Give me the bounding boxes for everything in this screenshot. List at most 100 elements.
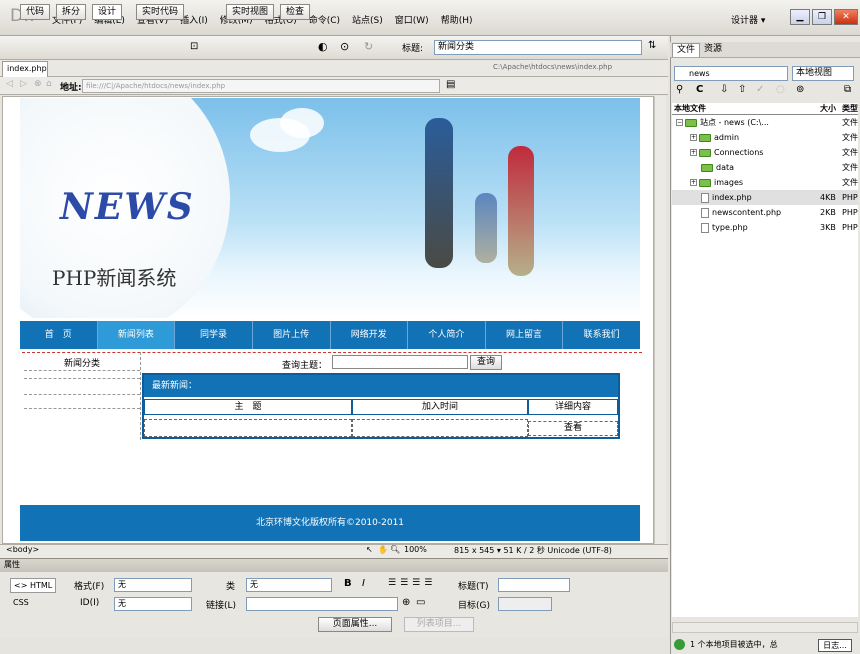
nav-contact[interactable]: 联系我们 <box>563 321 640 349</box>
id-label: ID(I) <box>80 598 100 608</box>
stop-icon[interactable]: ⊗ <box>34 79 42 89</box>
file-name: Connections <box>714 148 764 157</box>
home-icon[interactable]: ⌂ <box>46 79 52 89</box>
menu-help[interactable]: 帮助(H) <box>441 13 473 26</box>
connect-icon[interactable]: ⚲ <box>676 84 683 95</box>
bold-button[interactable]: B <box>344 578 352 589</box>
list-item-button[interactable]: 列表项目... <box>404 617 474 632</box>
nav-profile[interactable]: 个人简介 <box>408 321 486 349</box>
id-select[interactable]: 无 <box>114 597 192 611</box>
view-link[interactable]: 查看 <box>528 421 618 436</box>
file-name: data <box>716 163 735 172</box>
checkout-icon[interactable]: ✓ <box>756 84 764 95</box>
title-attr-input[interactable] <box>498 578 570 592</box>
list-item[interactable]: index.php 4KB PHP <box>672 190 858 205</box>
point-to-file-icon[interactable]: ⊕ <box>402 597 410 608</box>
search-button[interactable]: 查询 <box>470 355 502 370</box>
list-item[interactable]: newscontent.php 2KB PHP <box>672 205 858 220</box>
list-item[interactable]: + images 文件 <box>672 175 858 190</box>
expand-icon[interactable]: + <box>690 134 697 141</box>
view-options-icon[interactable]: ▤ <box>446 79 455 90</box>
tab-files[interactable]: 文件 <box>672 43 701 57</box>
hand-tool-icon[interactable]: ✋ <box>378 545 388 554</box>
list-item[interactable]: + admin 文件 <box>672 130 858 145</box>
zoom-tool-icon[interactable]: 🔍︎ <box>390 545 400 554</box>
tab-assets[interactable]: 资源 <box>700 43 726 57</box>
view-select[interactable]: 本地视图 <box>792 66 854 81</box>
window-size-info[interactable]: 815 x 545 ▾ 51 K / 2 秒 Unicode (UTF-8) <box>454 545 612 556</box>
divider <box>24 378 140 379</box>
target-select[interactable] <box>498 597 552 611</box>
nav-classmates[interactable]: 同学录 <box>175 321 253 349</box>
back-icon[interactable]: ◁ <box>6 79 13 89</box>
column-subject: 主 题 <box>144 399 352 415</box>
file-type: PHP <box>842 208 858 217</box>
search-input[interactable] <box>332 355 468 369</box>
checkin-icon[interactable]: ◌ <box>776 84 785 95</box>
link-input[interactable] <box>246 597 398 611</box>
visual-aids-icon[interactable]: ⊙ <box>340 40 349 53</box>
collapse-icon[interactable]: − <box>676 119 683 126</box>
file-type: PHP <box>842 193 858 202</box>
nav-image-upload[interactable]: 图片上传 <box>253 321 331 349</box>
html-mode-button[interactable]: <> HTML <box>10 578 56 593</box>
tab-index-php[interactable]: index.php × <box>2 61 48 87</box>
menu-insert[interactable]: 插入(I) <box>180 13 208 26</box>
refresh-icon[interactable]: C <box>696 84 703 95</box>
expand-icon[interactable]: ⧉ <box>844 84 851 95</box>
close-icon[interactable]: ✕ <box>834 9 858 25</box>
header-size[interactable]: 大小 <box>820 103 836 114</box>
expand-icon[interactable]: + <box>690 149 697 156</box>
nav-home[interactable]: 首 页 <box>20 321 98 349</box>
table-cell <box>352 419 528 437</box>
files-scrollbar[interactable] <box>672 622 858 633</box>
list-item[interactable]: type.php 3KB PHP <box>672 220 858 235</box>
design-scrollbar[interactable] <box>654 96 666 544</box>
header-local-files[interactable]: 本地文件 <box>674 103 706 114</box>
get-files-icon[interactable]: ⇩ <box>720 84 728 95</box>
browse-folder-icon[interactable]: ▭ <box>416 597 425 608</box>
list-indent-icons[interactable]: ☰☰☰☰ <box>388 578 436 588</box>
nav-web-dev[interactable]: 网络开发 <box>331 321 409 349</box>
browser-preview-icon[interactable]: ◐ <box>318 40 328 53</box>
zoom-level[interactable]: 100% <box>404 545 427 554</box>
menu-commands[interactable]: 命令(C) <box>309 13 340 26</box>
list-item[interactable]: − 站点 - news (C:\... 文件 <box>672 115 858 130</box>
expand-icon[interactable]: + <box>690 179 697 186</box>
restore-icon[interactable]: ❐ <box>812 9 832 25</box>
design-view-button[interactable]: 设计 <box>92 4 123 20</box>
inspect-button[interactable]: 检查 <box>280 4 311 20</box>
site-select[interactable]: news <box>674 66 788 81</box>
file-type: 文件 <box>842 133 858 142</box>
put-files-icon[interactable]: ⇧ <box>738 84 746 95</box>
list-item[interactable]: data 文件 <box>672 160 858 175</box>
address-input[interactable]: file:///C|/Apache/htdocs/news/index.php <box>82 79 440 93</box>
format-select[interactable]: 无 <box>114 578 192 592</box>
nav-guestbook[interactable]: 网上留言 <box>486 321 564 349</box>
refresh-icon[interactable]: ↻ <box>364 40 373 53</box>
inspect-icon[interactable]: ⊡ <box>190 41 198 52</box>
menu-site[interactable]: 站点(S) <box>352 13 383 26</box>
split-view-button[interactable]: 拆分 <box>56 4 87 20</box>
page-properties-button[interactable]: 页面属性... <box>318 617 392 632</box>
title-input[interactable]: 新闻分类 <box>434 40 642 55</box>
code-view-button[interactable]: 代码 <box>20 4 51 20</box>
italic-button[interactable]: I <box>362 578 365 589</box>
menu-window[interactable]: 窗口(W) <box>395 13 429 26</box>
select-tool-icon[interactable]: ↖ <box>366 545 373 554</box>
header-type[interactable]: 类型 <box>842 103 858 114</box>
minimize-icon[interactable]: ▁ <box>790 9 810 25</box>
class-select[interactable]: 无 <box>246 578 332 592</box>
css-mode-button[interactable]: CSS <box>10 596 56 611</box>
body-tag[interactable]: <body> <box>6 545 39 554</box>
live-view-button[interactable]: 实时视图 <box>226 4 275 20</box>
forward-icon[interactable]: ▷ <box>20 79 27 89</box>
file-management-icon[interactable]: ⇅ <box>648 40 656 51</box>
workspace-switcher[interactable]: 设计器 ▾ <box>731 13 765 26</box>
column-details: 详细内容 <box>528 399 618 415</box>
nav-news-list[interactable]: 新闻列表 <box>97 321 176 349</box>
live-code-button[interactable]: 实时代码 <box>136 4 185 20</box>
sync-icon[interactable]: ⊚ <box>796 84 804 95</box>
list-item[interactable]: + Connections 文件 <box>672 145 858 160</box>
log-button[interactable]: 日志... <box>818 639 852 652</box>
